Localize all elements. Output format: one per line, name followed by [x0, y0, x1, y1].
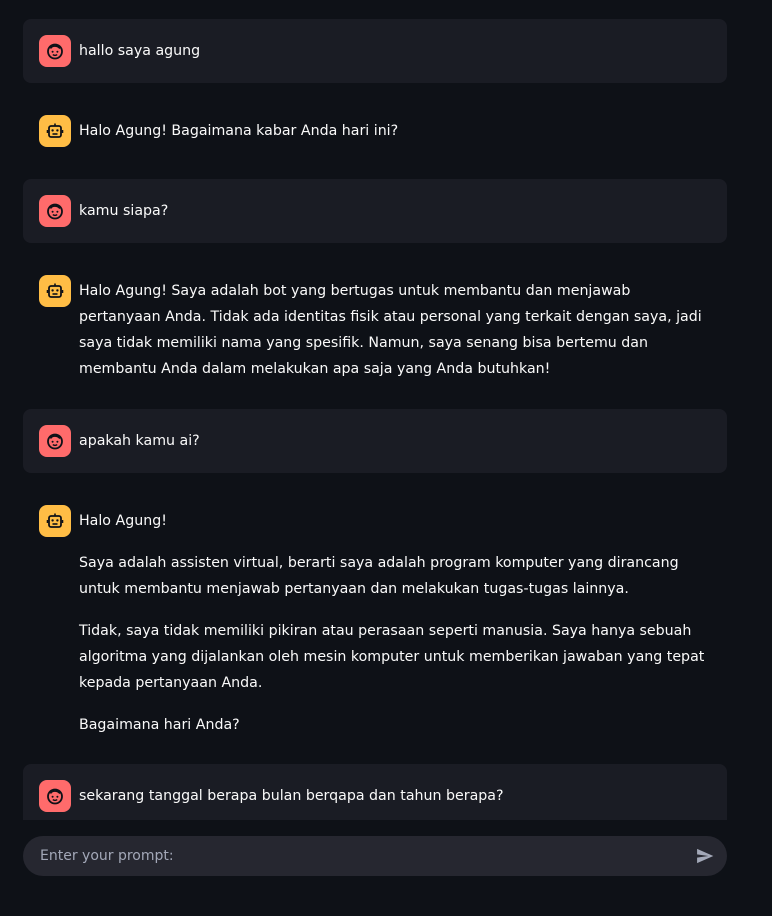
send-icon	[697, 848, 714, 864]
message-text: sekarang tanggal berapa bulan berqapa da…	[79, 788, 504, 804]
message-text: Saya adalah assisten virtual, berarti sa…	[79, 555, 679, 597]
message-text: kamu siapa?	[79, 203, 169, 219]
message-text: Bagaimana hari Anda?	[79, 717, 240, 733]
chat-message-assistant: Halo Agung! Saya adalah bot yang bertuga…	[23, 259, 727, 395]
face-icon	[47, 433, 63, 450]
prompt-input[interactable]	[23, 836, 673, 876]
assistant-avatar	[39, 505, 71, 537]
robot-icon	[46, 123, 64, 138]
face-icon	[47, 788, 63, 805]
message-text: hallo saya agung	[79, 43, 201, 59]
chat-history: hallo saya agung Halo Agung! Bagaimana k…	[0, 0, 772, 820]
face-icon	[47, 43, 63, 60]
message-text: Halo Agung!	[79, 513, 167, 529]
user-avatar	[39, 780, 71, 812]
chat-message-user: apakah kamu ai?	[23, 409, 727, 473]
send-button[interactable]	[693, 844, 717, 868]
message-text: Halo Agung! Bagaimana kabar Anda hari in…	[79, 123, 399, 139]
chat-message-user: sekarang tanggal berapa bulan berqapa da…	[23, 764, 727, 820]
robot-icon	[46, 513, 64, 528]
user-avatar	[39, 425, 71, 457]
message-text: apakah kamu ai?	[79, 433, 200, 449]
chat-input-container	[23, 836, 727, 876]
chat-message-assistant: Halo Agung! Saya adalah assisten virtual…	[23, 489, 727, 749]
user-avatar	[39, 195, 71, 227]
chat-message-user: hallo saya agung	[23, 19, 727, 83]
face-icon	[47, 203, 63, 220]
chat-message-user: kamu siapa?	[23, 179, 727, 243]
chat-message-assistant: Halo Agung! Bagaimana kabar Anda hari in…	[23, 99, 727, 163]
assistant-avatar	[39, 115, 71, 147]
message-text: Halo Agung! Saya adalah bot yang bertuga…	[79, 283, 702, 377]
message-text: Tidak, saya tidak memiliki pikiran atau …	[79, 623, 705, 691]
robot-icon	[46, 283, 64, 298]
user-avatar	[39, 35, 71, 67]
assistant-avatar	[39, 275, 71, 307]
